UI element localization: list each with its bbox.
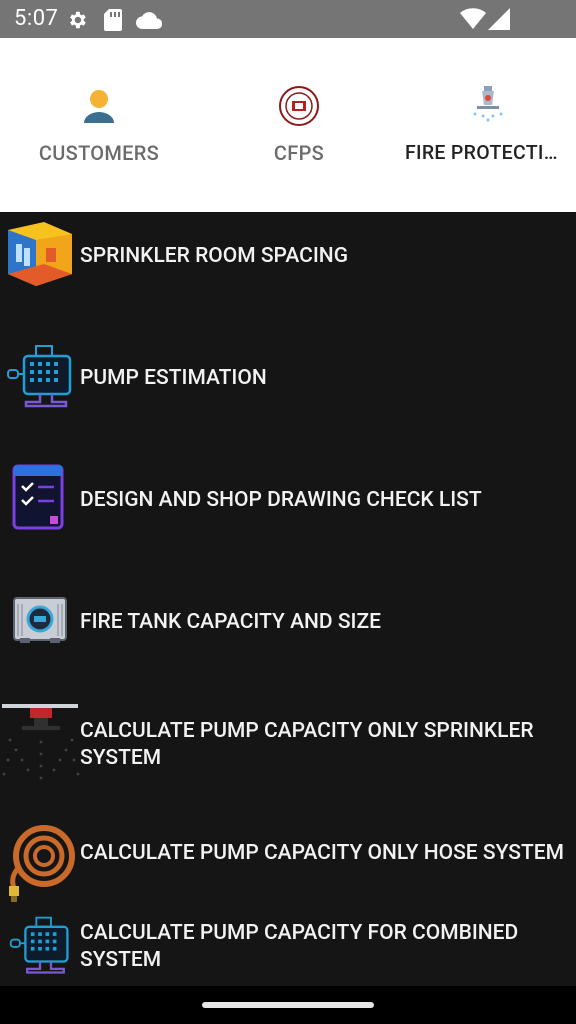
tab-label: CFPS: [273, 141, 325, 165]
checklist-icon: [10, 462, 82, 532]
tab-customers[interactable]: CUSTOMERS: [3, 38, 195, 212]
tank-icon: [10, 592, 82, 662]
list-item-label: SPRINKLER ROOM SPACING: [80, 244, 349, 268]
sprinkler-head-icon: [0, 700, 80, 782]
tab-cfps[interactable]: CFPS: [203, 38, 395, 212]
gear-icon: [66, 9, 88, 35]
list-item-pump-estimation[interactable]: PUMP ESTIMATION: [0, 334, 576, 456]
navigation-bar: [0, 986, 576, 1024]
tab-fire-protection[interactable]: FIRE PROTECTION: [399, 38, 576, 212]
nfpa-seal-icon: [279, 86, 319, 126]
person-icon: [79, 86, 119, 126]
cell-signal-icon: [488, 8, 510, 34]
list-item-label: CALCULATE PUMP CAPACITY ONLY HOSE SYSTEM: [80, 841, 564, 865]
list-item-label: CALCULATE PUMP CAPACITY FOR COMBINED SYS…: [80, 921, 519, 972]
list-item-pump-capacity-combined[interactable]: CALCULATE PUMP CAPACITY FOR COMBINED SYS…: [0, 914, 576, 986]
tab-label: CUSTOMERS: [38, 141, 160, 165]
pump-icon: [4, 342, 76, 412]
status-bar: 5:07: [0, 0, 576, 38]
wifi-icon: [460, 8, 486, 34]
home-gesture-handle[interactable]: [202, 1002, 374, 1008]
cloud-icon: [135, 11, 163, 33]
list-item-fire-tank[interactable]: FIRE TANK CAPACITY AND SIZE: [0, 578, 576, 700]
list-item-label: FIRE TANK CAPACITY AND SIZE: [80, 610, 382, 634]
room-3d-icon: [4, 220, 76, 290]
sprinkler-icon: [468, 86, 508, 126]
list-item-label: DESIGN AND SHOP DRAWING CHECK LIST: [80, 488, 482, 512]
list-item-label: PUMP ESTIMATION: [80, 366, 267, 390]
tab-label: FIRE PROTECTION: [405, 141, 572, 164]
list-item-sprinkler-room-spacing[interactable]: SPRINKLER ROOM SPACING: [0, 212, 576, 334]
list-item-design-checklist[interactable]: DESIGN AND SHOP DRAWING CHECK LIST: [0, 456, 576, 578]
pump-icon: [4, 914, 76, 984]
list-item-pump-capacity-sprinkler[interactable]: CALCULATE PUMP CAPACITY ONLY SPRINKLER S…: [0, 700, 576, 822]
status-time: 5:07: [14, 6, 59, 31]
sd-card-icon: [104, 9, 122, 35]
list-item-label: CALCULATE PUMP CAPACITY ONLY SPRINKLER S…: [80, 719, 534, 770]
hose-reel-icon: [4, 822, 76, 902]
tab-bar: CUSTOMERS CFPS FIRE PROTECTION: [0, 38, 576, 249]
tool-list: SPRINKLER ROOM SPACING PUMP ESTIMATION D…: [0, 212, 576, 986]
